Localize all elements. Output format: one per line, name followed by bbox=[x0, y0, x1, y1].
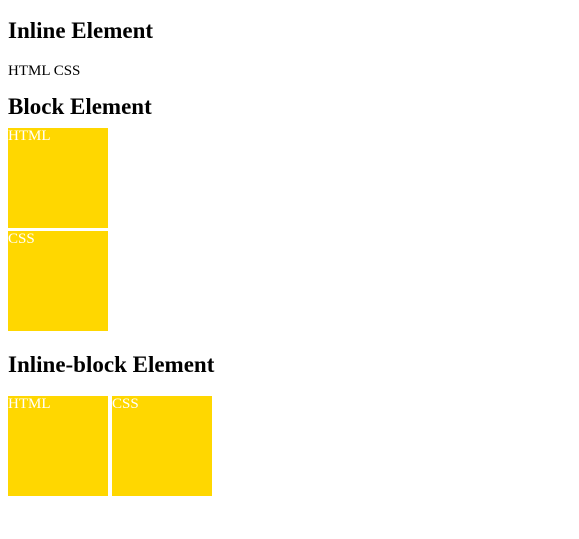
inline-element-heading: Inline Element bbox=[8, 18, 154, 43]
inline-block-element-demo: HTML CSS bbox=[8, 396, 571, 496]
inline-item-html: HTML bbox=[8, 63, 50, 79]
inline-block-box-css: CSS bbox=[112, 396, 212, 496]
block-box-css: CSS bbox=[8, 231, 108, 331]
inline-block-box-html: HTML bbox=[8, 396, 108, 496]
block-element-demo: HTML CSS bbox=[8, 128, 571, 331]
page-content: Inline Element HTML CSS Block Element HT… bbox=[0, 0, 579, 496]
inline-element-demo: HTML CSS bbox=[8, 62, 571, 80]
block-element-heading: Block Element bbox=[8, 94, 152, 119]
block-box-html: HTML bbox=[8, 128, 108, 228]
inline-item-css: CSS bbox=[53, 63, 81, 79]
inline-block-element-heading: Inline-block Element bbox=[8, 352, 215, 377]
